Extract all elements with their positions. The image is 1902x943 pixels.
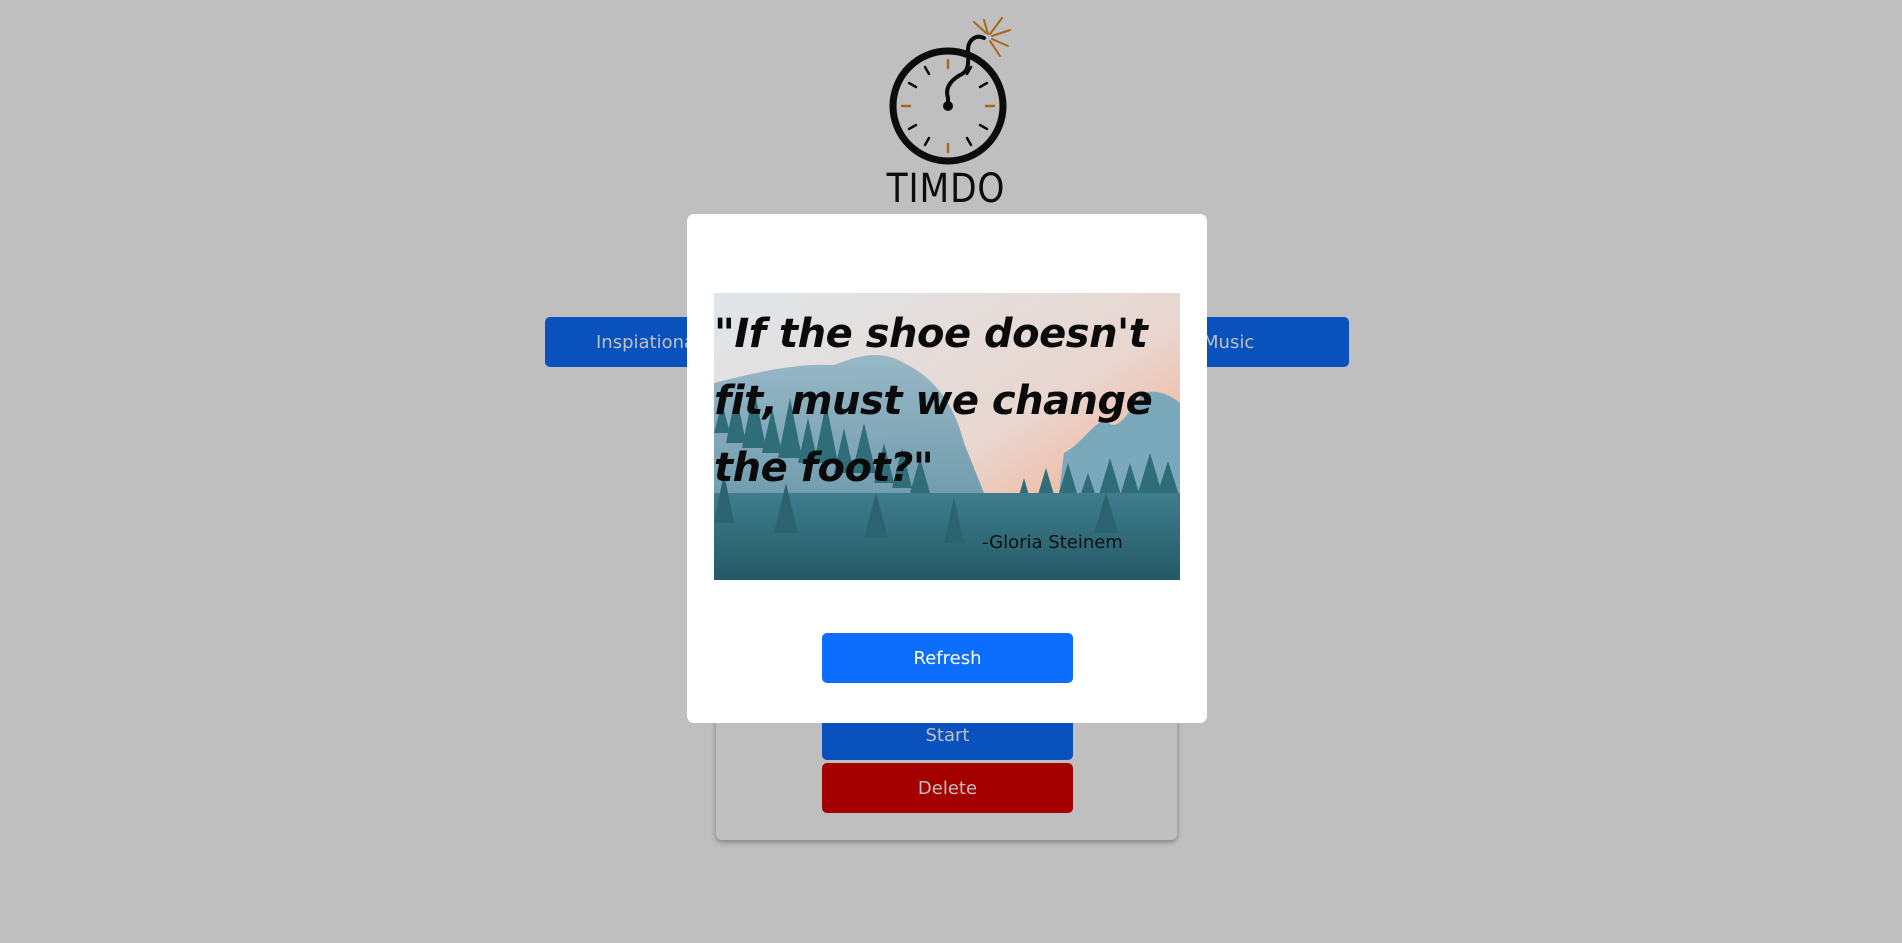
quote-image: "If the shoe doesn't fit, must we change…: [714, 293, 1180, 580]
quote-text: "If the shoe doesn't fit, must we change…: [714, 311, 1153, 491]
quote-modal: "If the shoe doesn't fit, must we change…: [687, 214, 1207, 723]
refresh-button[interactable]: Refresh: [822, 633, 1073, 683]
quote-author: -Gloria Steinem: [982, 532, 1123, 553]
